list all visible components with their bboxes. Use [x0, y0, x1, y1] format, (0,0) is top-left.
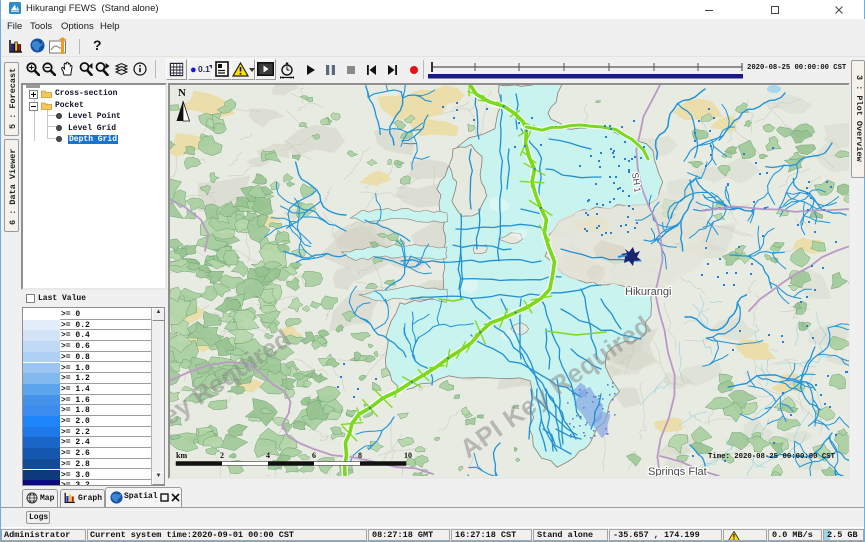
svg-text:km: km	[176, 451, 187, 460]
svg-text:10: 10	[404, 451, 412, 460]
svg-text:Hikurangi: Hikurangi	[625, 286, 671, 298]
svg-text:8: 8	[358, 451, 362, 460]
svg-text:Springs Flat: Springs Flat	[648, 466, 707, 476]
svg-text:2: 2	[220, 451, 224, 460]
svg-text:4: 4	[266, 451, 270, 460]
svg-text:N: N	[178, 87, 186, 99]
svg-text:Time: 2020-08-25 00:00:00 CST: Time: 2020-08-25 00:00:00 CST	[708, 453, 836, 461]
svg-text:6: 6	[312, 451, 316, 460]
